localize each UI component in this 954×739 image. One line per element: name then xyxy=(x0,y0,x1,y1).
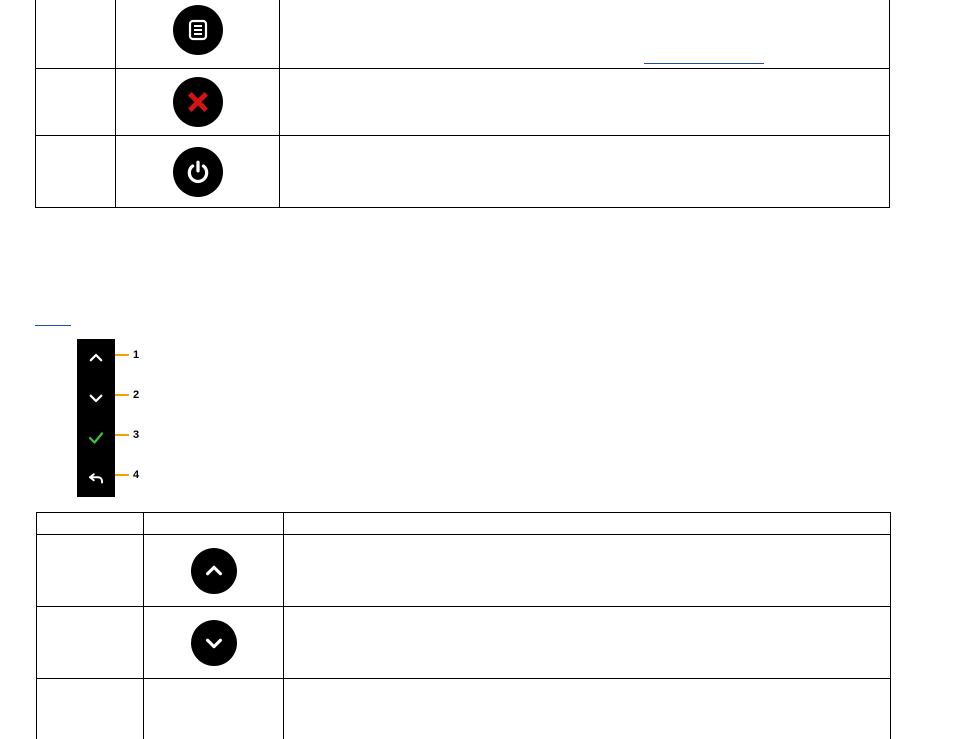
row-desc xyxy=(280,136,890,208)
callout-3: 3 xyxy=(115,429,139,441)
table-header-row xyxy=(37,513,891,535)
exit-icon xyxy=(173,77,223,127)
row-desc xyxy=(280,69,890,136)
table-row xyxy=(37,679,891,739)
col-header-2 xyxy=(144,513,284,535)
table-row xyxy=(37,535,891,607)
row-label xyxy=(36,136,116,208)
icon-cell xyxy=(116,69,280,136)
power-icon xyxy=(173,147,223,197)
col-header-3 xyxy=(284,513,891,535)
icon-cell xyxy=(116,0,280,69)
callout-4: 4 xyxy=(115,469,139,481)
remote-down-button[interactable] xyxy=(85,387,107,409)
col-header-1 xyxy=(37,513,144,535)
remote-up-button[interactable] xyxy=(85,347,107,369)
up-icon xyxy=(191,548,237,594)
table-row xyxy=(36,69,890,136)
icon-cell xyxy=(144,607,284,679)
remote-ok-button[interactable] xyxy=(85,427,107,449)
row-label xyxy=(37,607,144,679)
callout-1: 1 xyxy=(115,349,139,361)
table-row xyxy=(37,607,891,679)
section-heading-link[interactable] xyxy=(35,325,71,326)
remote-strip xyxy=(77,339,115,497)
buttons-table-1 xyxy=(35,0,890,208)
table-row xyxy=(36,0,890,69)
icon-cell xyxy=(116,136,280,208)
table-row xyxy=(36,136,890,208)
row-desc xyxy=(280,0,890,69)
callout-2: 2 xyxy=(115,389,139,401)
buttons-table-2 xyxy=(36,512,891,739)
icon-cell xyxy=(144,535,284,607)
row-label xyxy=(37,535,144,607)
row-label xyxy=(36,69,116,136)
row-label xyxy=(36,0,116,69)
remote-back-button[interactable] xyxy=(85,467,107,489)
row-desc xyxy=(284,607,891,679)
down-icon xyxy=(191,620,237,666)
row-desc xyxy=(284,535,891,607)
inline-link[interactable] xyxy=(644,63,764,64)
menu-icon xyxy=(173,5,223,55)
